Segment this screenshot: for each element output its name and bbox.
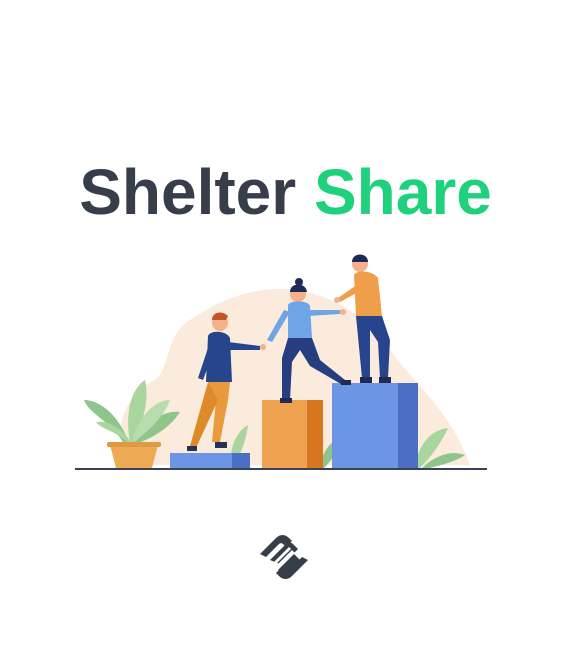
app-title-part1: Shelter (79, 156, 297, 228)
ground-line (75, 468, 487, 470)
handshake-icon (260, 535, 308, 579)
step-1 (170, 453, 250, 468)
splash-screen: Shelter Share (0, 0, 571, 658)
app-title: Shelter Share (0, 152, 571, 232)
hero-illustration (75, 254, 487, 470)
app-title-part2: Share (313, 156, 492, 228)
step-3 (332, 383, 418, 468)
step-2 (262, 400, 323, 468)
